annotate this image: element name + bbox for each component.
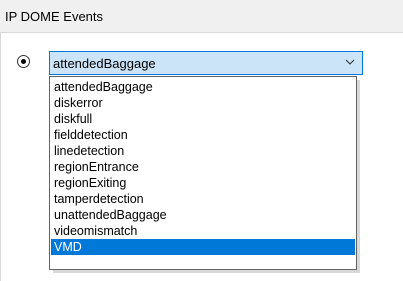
panel-border bbox=[0, 33, 1, 281]
dropdown-option[interactable]: tamperdetection bbox=[51, 191, 355, 207]
dropdown-shadow-bottom bbox=[53, 270, 360, 273]
dropdown-shadow bbox=[357, 80, 360, 272]
dropdown-option[interactable]: diskerror bbox=[51, 95, 355, 111]
dropdown-option[interactable]: regionEntrance bbox=[51, 159, 355, 175]
dropdown-option[interactable]: diskfull bbox=[51, 111, 355, 127]
event-type-combobox[interactable]: attendedBaggage bbox=[49, 51, 363, 75]
event-type-dropdown-list[interactable]: attendedBaggage diskerror diskfull field… bbox=[49, 76, 357, 270]
dropdown-option-highlighted[interactable]: VMD bbox=[51, 239, 355, 255]
dropdown-option[interactable]: attendedBaggage bbox=[51, 79, 355, 95]
dropdown-option[interactable]: unattendedBaggage bbox=[51, 207, 355, 223]
event-radio-button[interactable] bbox=[17, 55, 30, 68]
dropdown-option[interactable]: fielddetection bbox=[51, 127, 355, 143]
ip-dome-events-panel: IP DOME Events attendedBaggage attendedB… bbox=[0, 0, 403, 281]
dropdown-option[interactable]: linedetection bbox=[51, 143, 355, 159]
combobox-value: attendedBaggage bbox=[53, 56, 156, 71]
dropdown-option[interactable]: videomismatch bbox=[51, 223, 355, 239]
chevron-down-icon[interactable] bbox=[345, 57, 355, 67]
panel-title: IP DOME Events bbox=[5, 9, 104, 24]
panel-header: IP DOME Events bbox=[0, 0, 403, 33]
dropdown-option[interactable]: regionExiting bbox=[51, 175, 355, 191]
radio-selected-dot bbox=[21, 59, 26, 64]
